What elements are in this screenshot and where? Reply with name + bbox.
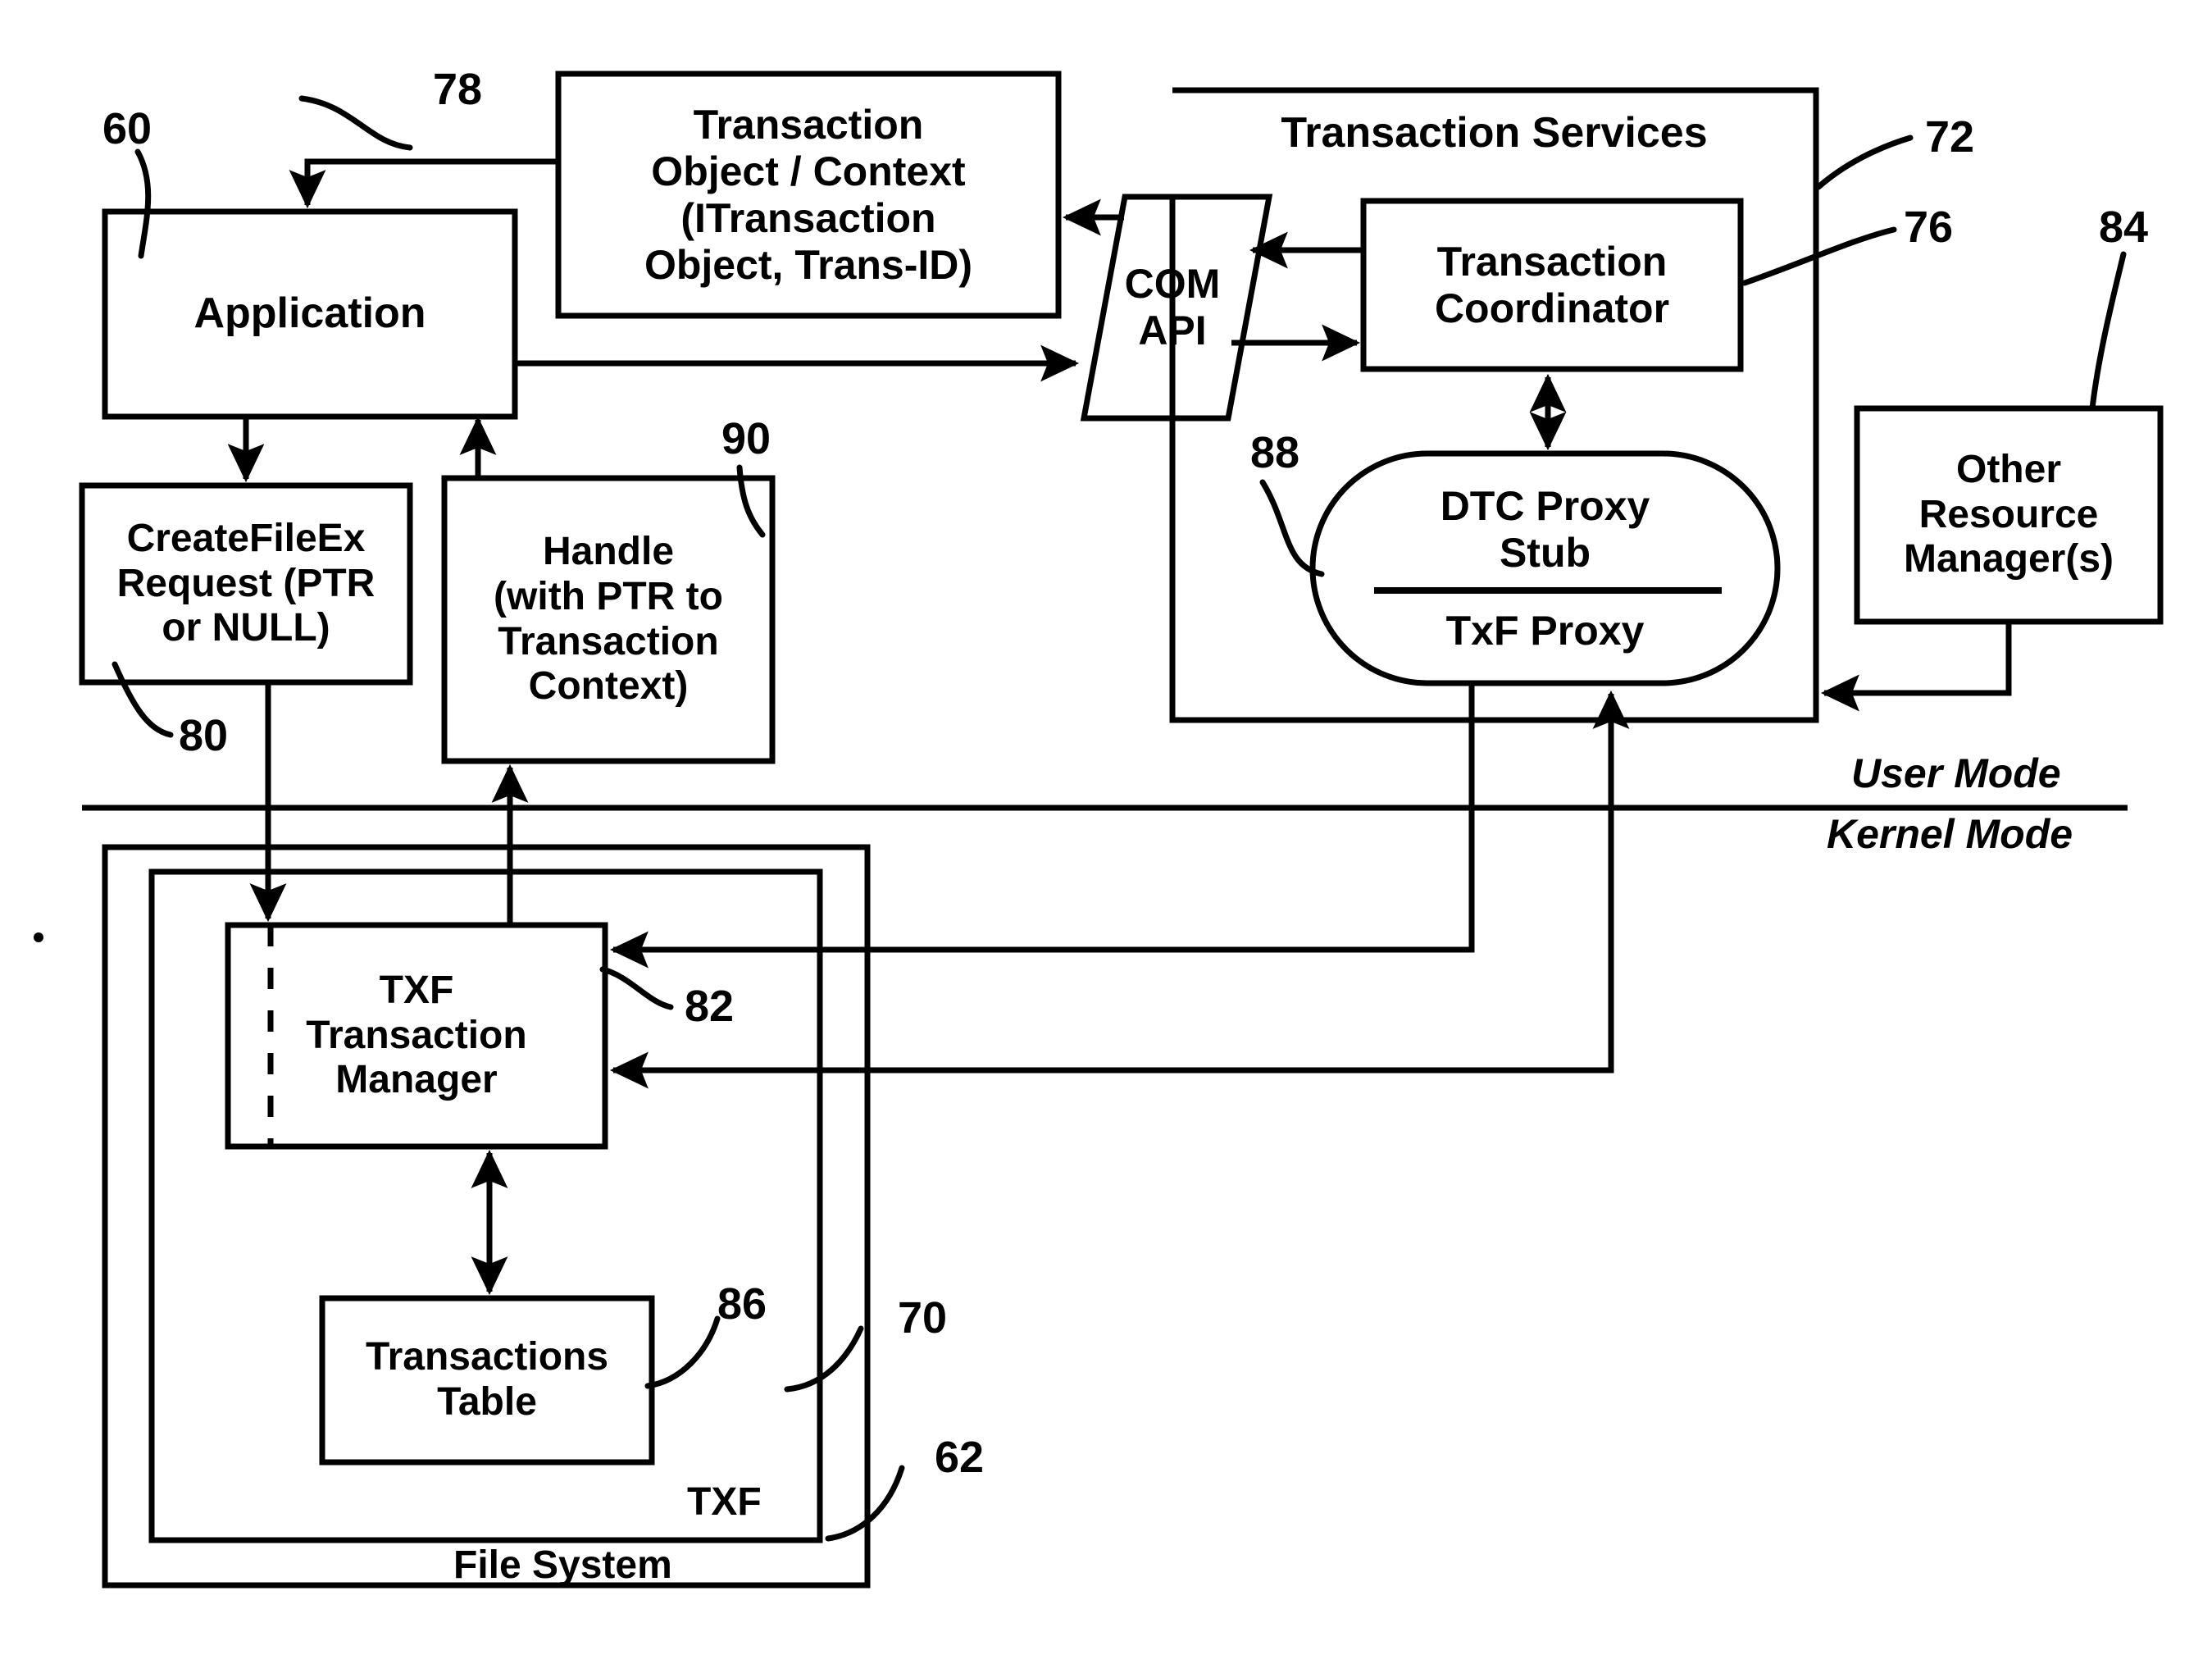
user-mode-label: User Mode [1851, 750, 2061, 796]
ref-numeral-62: 62 [935, 1433, 985, 1482]
file-system-container-label: File System [453, 1543, 672, 1587]
txf-container-label: TXF [687, 1480, 762, 1524]
leader-78 [298, 95, 413, 151]
leader-72 [1815, 134, 1914, 190]
leader-60 [134, 148, 152, 259]
arrow-txf-manager-to-txf-proxy-lower [609, 694, 1614, 1089]
other-resource-managers-box [1854, 405, 2164, 625]
leader-70 [784, 1325, 864, 1393]
patent-diagram-canvas: Application Transaction Object / Context… [0, 0, 2212, 1673]
ref-numeral-84: 84 [2099, 203, 2149, 252]
leader-76 [1741, 226, 1897, 286]
file-system-container [102, 844, 871, 1589]
ref-numeral-60: 60 [102, 104, 152, 153]
kernel-mode-label: Kernel Mode [1827, 811, 2073, 857]
leader-82 [599, 966, 674, 1010]
handle-box [441, 475, 776, 764]
transaction-object-box [555, 71, 1062, 319]
txf-transaction-manager-box [225, 922, 608, 1150]
ref-numeral-70: 70 [898, 1293, 948, 1343]
transactions-table-box [319, 1295, 655, 1466]
arrow-txf-proxy-to-txf-manager-upper [609, 683, 1475, 969]
transaction-coordinator-box [1360, 198, 1744, 372]
leader-80 [112, 661, 174, 738]
ref-numeral-90: 90 [721, 414, 771, 463]
ref-numeral-80: 80 [179, 711, 229, 760]
com-api-parallelogram [1080, 194, 1273, 422]
transaction-services-container [1169, 87, 1819, 723]
stray-dot [34, 932, 43, 942]
txf-container [148, 868, 823, 1543]
ref-numeral-78: 78 [433, 65, 483, 114]
ref-numeral-72: 72 [1925, 112, 1975, 162]
leader-84 [2089, 251, 2127, 412]
createfileex-request-box [79, 482, 413, 686]
ref-numeral-76: 76 [1904, 203, 1954, 252]
arrow-transaction-object-to-application [289, 158, 558, 209]
application-box [102, 208, 518, 420]
ref-numeral-86: 86 [717, 1279, 767, 1329]
leader-86 [644, 1315, 721, 1389]
ref-numeral-88: 88 [1250, 428, 1300, 477]
dtc-proxy-oval [1309, 450, 1781, 686]
ref-numeral-82: 82 [685, 982, 735, 1031]
arrow-other-resource-managers-to-services [1820, 622, 2012, 712]
